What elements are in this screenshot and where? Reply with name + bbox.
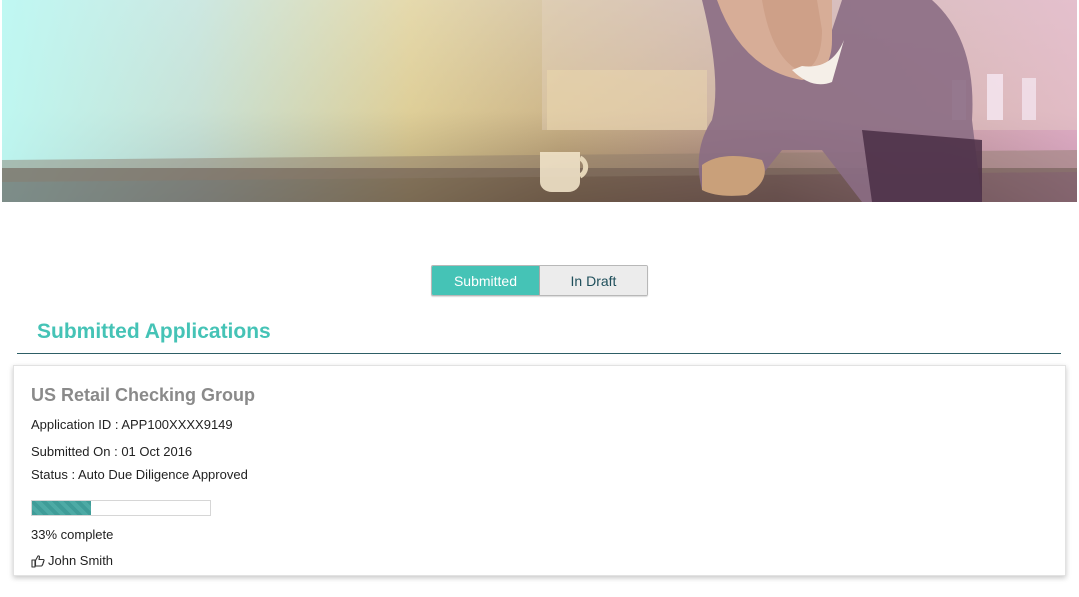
- submitted-date: Submitted On : 01 Oct 2016: [31, 444, 193, 459]
- hero-photo: [2, 0, 1077, 202]
- application-id: Application ID : APP100XXXX9149: [31, 417, 233, 432]
- user-name[interactable]: John Smith: [48, 553, 113, 568]
- tab-submitted[interactable]: Submitted: [432, 266, 540, 295]
- hand-point-right-icon: [31, 554, 45, 568]
- progress-text: 33% complete: [31, 527, 114, 542]
- progress-fill: [32, 501, 91, 515]
- section-divider: [17, 353, 1061, 354]
- tab-in-draft[interactable]: In Draft: [540, 266, 647, 295]
- application-tabs: Submitted In Draft: [431, 265, 648, 296]
- section-title: Submitted Applications: [37, 320, 271, 343]
- hero-banner: [2, 0, 1077, 202]
- progress-bar: [31, 500, 211, 516]
- application-title[interactable]: US Retail Checking Group: [31, 385, 255, 406]
- application-card[interactable]: US Retail Checking Group Application ID …: [13, 365, 1066, 576]
- application-status: Status : Auto Due Diligence Approved: [31, 467, 248, 482]
- assigned-user[interactable]: John Smith: [31, 553, 113, 568]
